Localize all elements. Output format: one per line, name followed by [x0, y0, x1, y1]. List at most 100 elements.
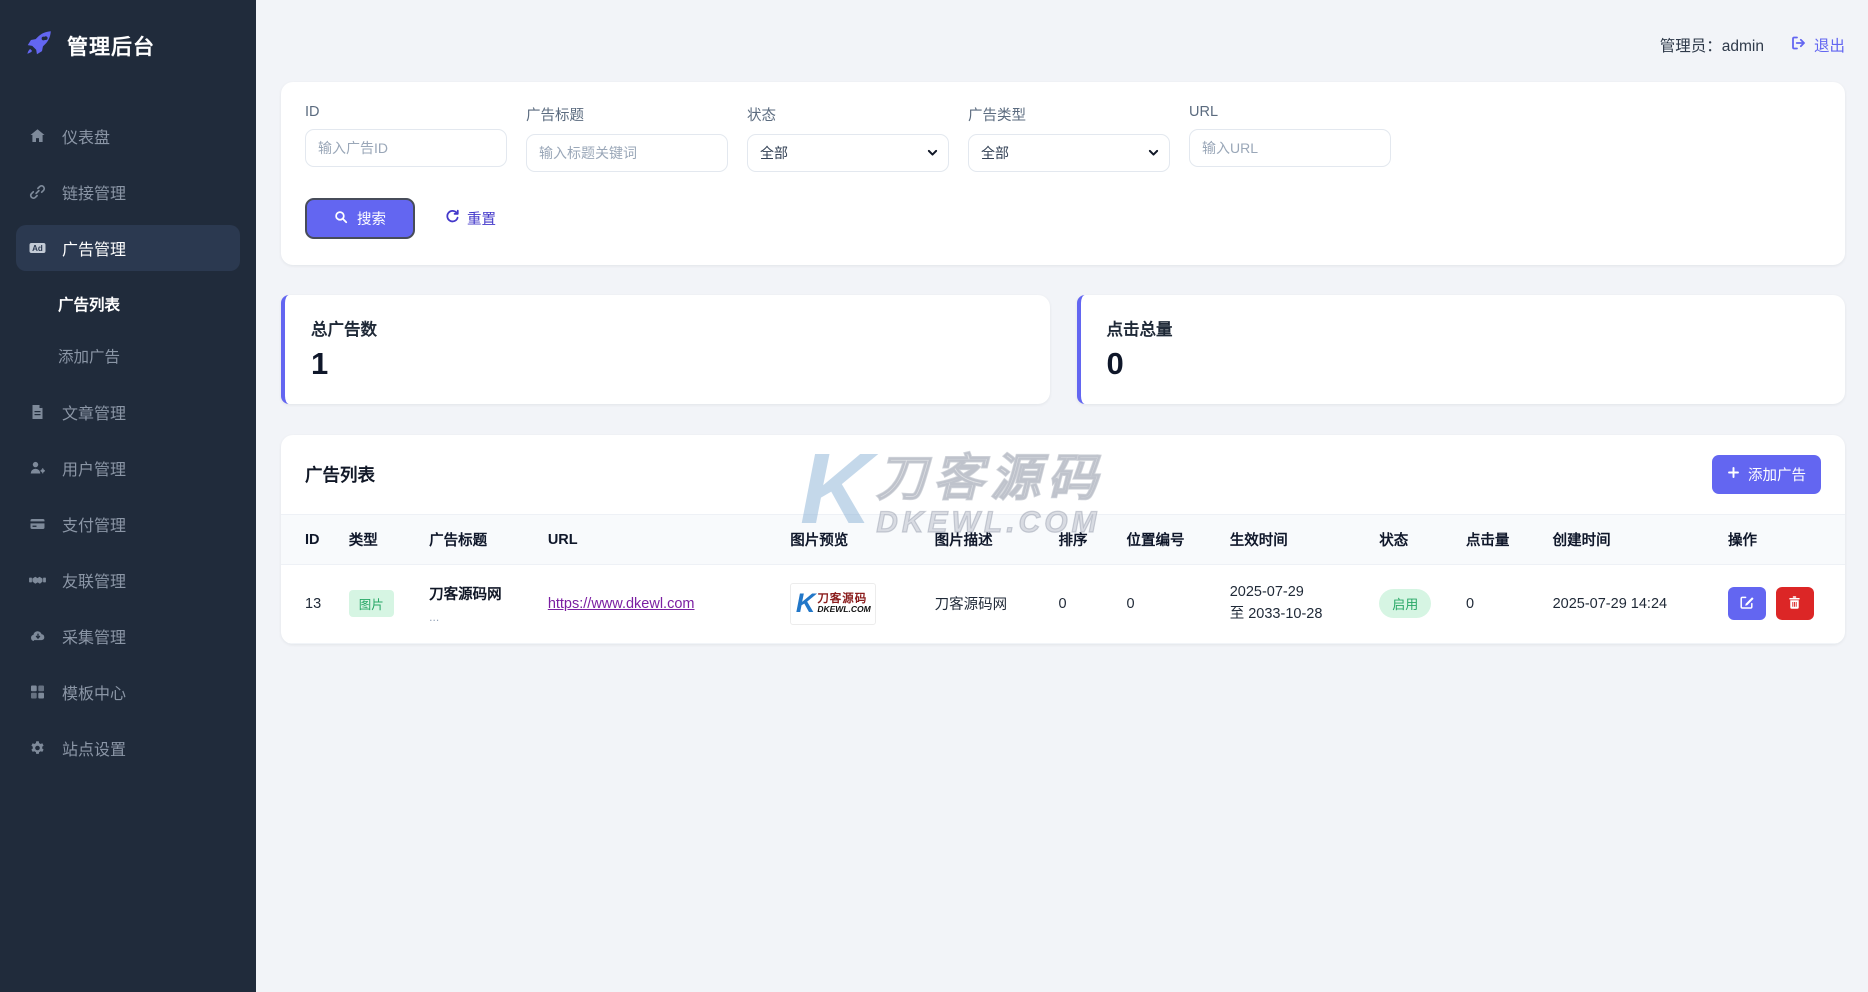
col-header: 位置编号: [1115, 515, 1218, 565]
sidebar-item-label: 文章管理: [62, 400, 126, 424]
status-label: 状态: [747, 104, 949, 125]
ad-url-link[interactable]: https://www.dkewl.com: [548, 596, 695, 612]
article-icon: [28, 404, 47, 421]
sidebar-item-templates[interactable]: 模板中心: [16, 669, 240, 715]
sidebar-subitem-add-ad[interactable]: 添加广告: [16, 337, 240, 375]
stat-value: 1: [311, 348, 1024, 379]
url-label: URL: [1189, 104, 1391, 120]
stat-card-total-clicks: 点击总量 0: [1077, 295, 1846, 404]
filter-field-status: 状态 全部: [747, 104, 949, 172]
reset-button[interactable]: 重置: [445, 208, 496, 229]
gear-icon: [28, 740, 47, 757]
cell-ad-title: 刀客源码网: [429, 583, 524, 604]
filter-field-type: 广告类型 全部: [968, 104, 1170, 172]
sidebar-item-payment[interactable]: 支付管理: [16, 501, 240, 547]
app-title: 管理后台: [67, 31, 155, 61]
cloud-download-icon: [28, 628, 47, 645]
status-select[interactable]: 全部: [747, 134, 949, 172]
filter-field-title: 广告标题: [526, 104, 728, 172]
stat-value: 0: [1107, 348, 1820, 379]
sidebar-item-label: 模板中心: [62, 680, 126, 704]
filter-fields: ID 广告标题 状态 全部 广告类型: [305, 104, 1821, 172]
cell-clicks: 0: [1454, 565, 1541, 644]
edit-icon: [1739, 594, 1755, 613]
table-title: 广告列表: [305, 462, 375, 487]
col-header: 类型: [337, 515, 417, 565]
rocket-icon: [24, 28, 54, 63]
sidebar-item-label: 广告管理: [62, 236, 126, 260]
id-label: ID: [305, 104, 507, 120]
logout-label: 退出: [1814, 34, 1845, 56]
url-input[interactable]: [1189, 129, 1391, 167]
svg-text:Ad: Ad: [32, 244, 43, 253]
stat-title: 总广告数: [311, 316, 1024, 340]
title-input[interactable]: [526, 134, 728, 172]
sidebar-item-label: 仪表盘: [62, 124, 110, 148]
admin-label: 管理员：admin: [1660, 34, 1764, 56]
template-grid-icon: [28, 684, 47, 701]
sidebar-item-links[interactable]: 链接管理: [16, 169, 240, 215]
preview-logo-line2: DKEWL.COM: [817, 605, 870, 614]
filter-actions: 搜索 重置: [305, 198, 1821, 239]
sidebar-item-collection[interactable]: 采集管理: [16, 613, 240, 659]
cell-description: 刀客源码网: [923, 565, 1047, 644]
sidebar-item-friend-links[interactable]: 友联管理: [16, 557, 240, 603]
stats-row: 总广告数 1 点击总量 0: [281, 295, 1845, 404]
add-ad-label: 添加广告: [1748, 464, 1806, 485]
status-badge: 启用: [1379, 589, 1431, 618]
sidebar-item-settings[interactable]: 站点设置: [16, 725, 240, 771]
search-button[interactable]: 搜索: [305, 198, 415, 239]
table-row: 13 图片 刀客源码网 ... https://www.dkewl.com K …: [281, 565, 1845, 644]
col-header: URL: [536, 515, 778, 565]
sidebar-item-users[interactable]: 用户管理: [16, 445, 240, 491]
users-icon: [28, 460, 47, 477]
payment-icon: [28, 516, 47, 533]
topbar: 管理员：admin 退出: [281, 0, 1845, 82]
cell-ad-title-sub: ...: [429, 610, 524, 624]
col-header: ID: [281, 515, 337, 565]
table-header-row: ID 类型 广告标题 URL 图片预览 图片描述 排序 位置编号 生效时间 状态…: [281, 515, 1845, 565]
cell-sort: 0: [1046, 565, 1114, 644]
search-icon: [334, 210, 348, 228]
home-icon: [28, 128, 47, 145]
sidebar-item-label: 站点设置: [62, 736, 126, 760]
cell-effective-time: 2025-07-29 至 2033-10-28: [1218, 565, 1368, 644]
sidebar: 管理后台 仪表盘 链接管理 Ad 广告管理 广告列表 添加广告: [0, 0, 256, 992]
main-content: 管理员：admin 退出 ID 广告标题 状态 全部: [256, 0, 1868, 992]
sidebar-subitem-ad-list[interactable]: 广告列表: [16, 285, 240, 323]
ad-icon: Ad: [28, 240, 47, 257]
effective-from: 2025-07-29: [1230, 582, 1356, 604]
table-header-bar: 广告列表 添加广告: [281, 435, 1845, 514]
sidebar-subitem-label: 广告列表: [58, 297, 120, 314]
link-icon: [28, 184, 47, 201]
sidebar-menu: 仪表盘 链接管理 Ad 广告管理 广告列表 添加广告 文章管理: [0, 113, 256, 771]
edit-button[interactable]: [1728, 587, 1766, 620]
add-ad-button[interactable]: 添加广告: [1712, 455, 1821, 494]
col-header: 点击量: [1454, 515, 1541, 565]
sidebar-item-dashboard[interactable]: 仪表盘: [16, 113, 240, 159]
ad-table: ID 类型 广告标题 URL 图片预览 图片描述 排序 位置编号 生效时间 状态…: [281, 514, 1845, 644]
handshake-icon: [28, 572, 47, 589]
sidebar-item-label: 友联管理: [62, 568, 126, 592]
trash-icon: [1787, 595, 1802, 613]
col-header: 生效时间: [1218, 515, 1368, 565]
app-logo: 管理后台: [0, 0, 256, 75]
logout-button[interactable]: 退出: [1790, 34, 1845, 56]
sidebar-item-articles[interactable]: 文章管理: [16, 389, 240, 435]
logout-icon: [1790, 35, 1807, 56]
col-header: 广告标题: [417, 515, 536, 565]
search-label: 搜索: [357, 208, 386, 229]
id-input[interactable]: [305, 129, 507, 167]
type-badge: 图片: [349, 590, 394, 617]
ad-preview-image[interactable]: K 刀客源码 DKEWL.COM: [790, 583, 876, 625]
type-label: 广告类型: [968, 104, 1170, 125]
sidebar-item-label: 采集管理: [62, 624, 126, 648]
delete-button[interactable]: [1776, 587, 1814, 620]
filter-field-id: ID: [305, 104, 507, 172]
sidebar-item-ads[interactable]: Ad 广告管理: [16, 225, 240, 271]
type-select[interactable]: 全部: [968, 134, 1170, 172]
col-header: 状态: [1367, 515, 1454, 565]
cell-created: 2025-07-29 14:24: [1541, 565, 1716, 644]
filter-card: ID 广告标题 状态 全部 广告类型: [281, 82, 1845, 265]
stat-title: 点击总量: [1107, 316, 1820, 340]
